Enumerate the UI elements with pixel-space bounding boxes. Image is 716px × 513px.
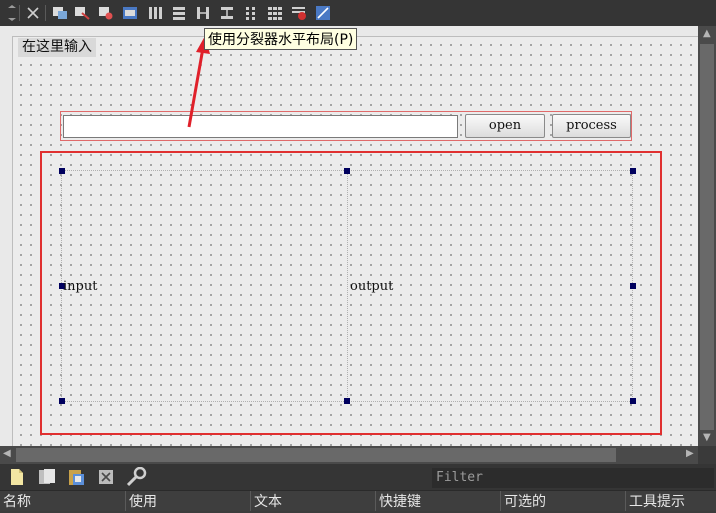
- annotation-arrow: [187, 36, 210, 128]
- tooltip: 使用分裂器水平布局(P): [204, 28, 358, 50]
